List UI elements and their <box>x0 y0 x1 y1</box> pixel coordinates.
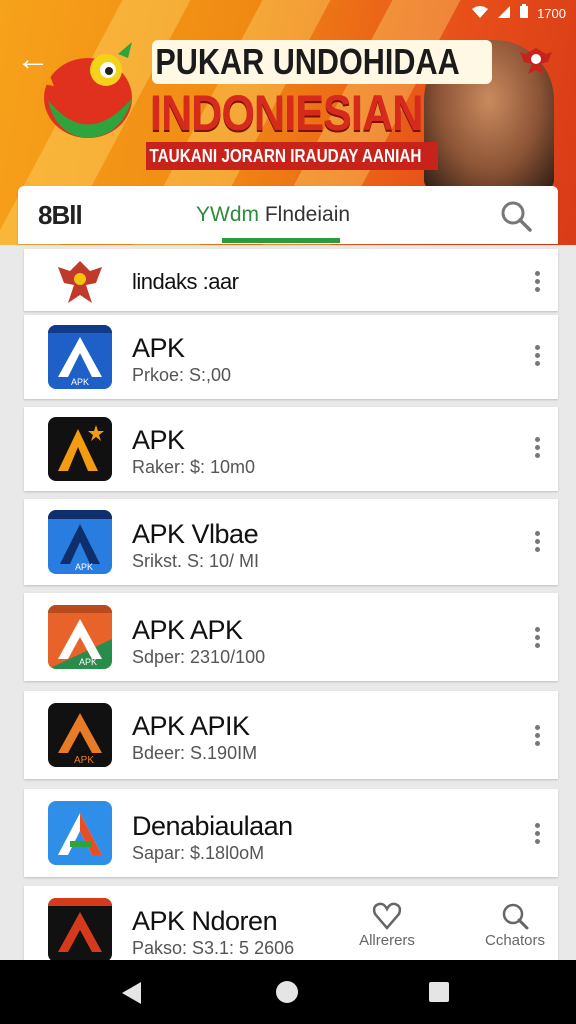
nav-back-icon[interactable] <box>122 982 141 1004</box>
bottom-actions: Allrerers Cchators <box>340 890 576 960</box>
tab-bar: 8Bll YWdm Flndeiain <box>18 186 558 244</box>
signal-icon <box>497 5 511 22</box>
app-name: APK APIK <box>132 711 250 741</box>
svg-text:APK: APK <box>71 377 89 387</box>
app-name: APK Vlbae <box>132 519 259 549</box>
list-item[interactable]: APK APK Vlbae Srikst. S: 10/ MI <box>24 499 558 585</box>
app-subtitle: Sapar: $.18l0oM <box>132 843 265 863</box>
app-subtitle: Prkoe: S:,00 <box>132 365 232 385</box>
app-name: Denabiaulaan <box>132 811 293 841</box>
search-icon[interactable] <box>500 200 532 232</box>
list-item[interactable]: APK APK APK Sdper: 2310/100 <box>24 593 558 681</box>
more-options-icon[interactable] <box>532 821 542 847</box>
more-options-icon[interactable] <box>532 435 542 461</box>
status-bar: 1700 <box>471 4 566 22</box>
apk-orange-icon <box>48 417 112 481</box>
list-item[interactable]: lindaks :aar <box>24 249 558 311</box>
garuda-icon <box>48 253 108 309</box>
app-subtitle: Bdeer: S.190IM <box>132 743 258 763</box>
status-time: 1700 <box>537 5 566 21</box>
tab-active[interactable]: YWdm Flndeiain <box>196 203 350 227</box>
system-nav-bar <box>0 960 576 1024</box>
app-name: lindaks :aar <box>132 269 239 294</box>
more-options-icon[interactable] <box>532 269 542 295</box>
svg-text:APK: APK <box>75 562 93 572</box>
mascot-bird-icon <box>42 42 132 138</box>
battery-icon <box>519 4 529 22</box>
favorites-button[interactable]: Allrerers <box>352 902 422 949</box>
banner-tagline: TAUKANI JORARN IRAUDAY AANIAH <box>146 142 438 170</box>
active-tab-indicator <box>222 238 340 243</box>
apk-tricolor-icon: APK <box>48 605 112 669</box>
garuda-emblem-icon <box>520 48 552 74</box>
tab-left[interactable]: 8Bll <box>38 200 83 231</box>
apk-blue-icon: APK <box>48 325 112 389</box>
wifi-icon <box>471 5 489 22</box>
app-name: APK APK <box>132 615 243 645</box>
more-options-icon[interactable] <box>532 529 542 555</box>
search-icon <box>502 903 529 930</box>
banner-title-line2: INDONIESIAN <box>150 85 423 141</box>
app-name: APK <box>132 333 185 363</box>
heart-icon <box>372 902 402 930</box>
list-item[interactable]: APK APK APIK Bdeer: S.190IM <box>24 691 558 779</box>
app-subtitle: Raker: $: 10m0 <box>132 457 256 477</box>
more-options-icon[interactable] <box>532 723 542 749</box>
nav-home-icon[interactable] <box>276 981 298 1003</box>
svg-text:APK: APK <box>74 755 94 766</box>
apk-navy-icon: APK <box>48 510 112 574</box>
list-item[interactable]: APK APK Prkoe: S:,00 <box>24 315 558 399</box>
list-item[interactable]: Denabiaulaan Sapar: $.18l0oM <box>24 789 558 877</box>
apk-bright-icon <box>48 801 112 865</box>
apk-red-icon <box>48 898 112 962</box>
app-name: APK Ndoren <box>132 906 278 936</box>
app-name: APK <box>132 425 185 455</box>
more-options-icon[interactable] <box>532 343 542 369</box>
app-subtitle: Srikst. S: 10/ MI <box>132 551 260 571</box>
banner-title-line1: PUKAR UNDOHIDAA <box>152 40 492 84</box>
svg-text:APK: APK <box>79 657 97 667</box>
list-item[interactable]: APK Raker: $: 10m0 <box>24 407 558 491</box>
app-subtitle: Sdper: 2310/100 <box>132 647 266 667</box>
nav-recents-icon[interactable] <box>429 982 449 1002</box>
search-tab-button[interactable]: Cchators <box>480 902 550 949</box>
app-subtitle: Pakso: S3.1: 5 2606 <box>132 938 295 958</box>
more-options-icon[interactable] <box>532 625 542 651</box>
apk-black-orange-icon: APK <box>48 703 112 767</box>
